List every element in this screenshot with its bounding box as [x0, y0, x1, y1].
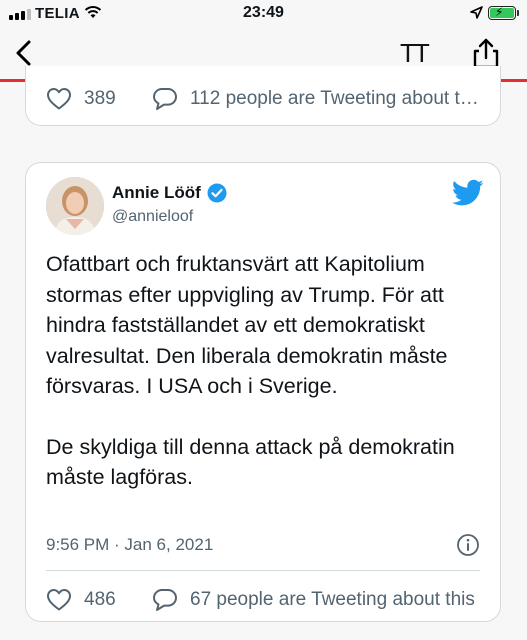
- location-icon: [470, 6, 483, 19]
- previous-tweet-card[interactable]: 389 112 people are Tweeting about this: [25, 66, 501, 126]
- share-icon[interactable]: [471, 36, 501, 70]
- battery-tip: [517, 10, 519, 16]
- divider: [46, 570, 480, 571]
- battery-icon: ⚡: [488, 5, 516, 20]
- clock: 23:49: [243, 4, 284, 21]
- twitter-bird-icon[interactable]: [452, 179, 484, 207]
- verified-badge-icon: [207, 183, 227, 203]
- tweet-text: Ofattbart och fruktansvärt att Kapitoliu…: [46, 249, 486, 493]
- heart-icon[interactable]: [46, 87, 72, 111]
- author-handle[interactable]: @annieloof: [112, 208, 193, 226]
- back-icon[interactable]: [10, 36, 40, 70]
- reply-bubble-icon[interactable]: [152, 588, 178, 612]
- tweet-paragraph: De skyldiga till denna attack på demokra…: [46, 434, 455, 490]
- like-count: 389: [84, 88, 116, 109]
- heart-icon[interactable]: [46, 588, 72, 612]
- conversation-link[interactable]: 67 people are Tweeting about this: [190, 589, 482, 611]
- conversation-link[interactable]: 112 people are Tweeting about this: [190, 88, 482, 110]
- reply-bubble-icon[interactable]: [152, 87, 178, 111]
- author-name[interactable]: Annie Lööf: [112, 183, 201, 203]
- tweet-card[interactable]: Annie Lööf @annieloof Ofattbart och fruk…: [25, 162, 501, 622]
- tweet-actions: 389 112 people are Tweeting about this: [26, 80, 500, 120]
- tweet-paragraph: Ofattbart och fruktansvärt att Kapitoliu…: [46, 252, 448, 398]
- tweet-timestamp[interactable]: 9:56 PM · Jan 6, 2021: [46, 535, 213, 555]
- text-size-button[interactable]: TT: [400, 38, 430, 69]
- tweet-actions: 486 67 people are Tweeting about this: [26, 581, 500, 621]
- info-icon[interactable]: [456, 533, 480, 557]
- like-count: 486: [84, 589, 116, 610]
- avatar[interactable]: [46, 177, 104, 235]
- status-bar: TELIA 23:49 ⚡: [0, 0, 527, 28]
- author-name-row: Annie Lööf: [112, 183, 227, 203]
